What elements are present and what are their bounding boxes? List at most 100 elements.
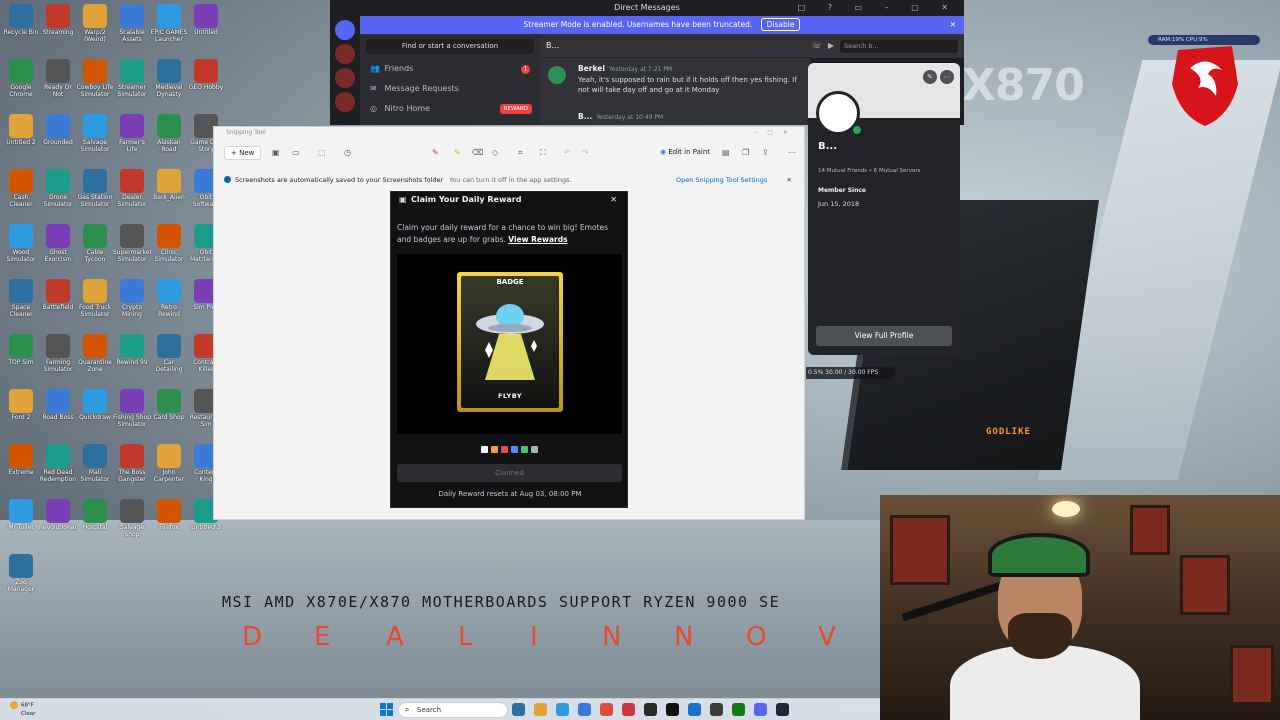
server-icon[interactable] xyxy=(335,92,355,112)
desktop-icon[interactable]: Crypto Mining xyxy=(113,277,151,327)
desktop-icon[interactable]: Red Dead Redemption 2 xyxy=(39,442,77,492)
eraser-icon[interactable]: ⌫ xyxy=(472,148,483,157)
text-actions-icon[interactable]: ⛶ xyxy=(540,148,546,158)
undo-icon[interactable]: ↶ xyxy=(564,148,571,157)
desktop-icon[interactable]: Streaming xyxy=(39,2,77,52)
desktop-icon[interactable]: TOP Sim xyxy=(2,332,40,382)
desktop-icon[interactable]: GEO Hobby xyxy=(187,57,225,107)
snip-shape-icon[interactable]: ⬚ xyxy=(318,148,326,157)
server-icon[interactable] xyxy=(335,68,355,88)
desktop-icon[interactable]: Grounded xyxy=(39,112,77,162)
desktop-icon[interactable]: Gas Station Simulator xyxy=(76,167,114,217)
color-swatch[interactable] xyxy=(501,446,508,453)
desktop-icon[interactable]: John Carpenter xyxy=(150,442,188,492)
desktop-icon[interactable]: Ghost Exorcism xyxy=(39,222,77,272)
desktop-icon[interactable]: Supermarket Simulator xyxy=(113,222,151,272)
desktop-icon[interactable]: Mr Toilet xyxy=(2,497,40,547)
desktop-icon[interactable]: Quickdraw xyxy=(76,387,114,437)
desktop-icon[interactable]: Battlefield xyxy=(39,277,77,327)
highlighter-icon[interactable]: ✎ xyxy=(454,148,461,157)
desktop-icon[interactable]: Car Detailing xyxy=(150,332,188,382)
windows-start-icon[interactable] xyxy=(380,703,393,716)
video-icon[interactable]: ▶ xyxy=(824,34,838,58)
color-swatch[interactable] xyxy=(521,446,528,453)
taskbar-app-icon[interactable] xyxy=(710,703,723,716)
desktop-icon[interactable]: Medieval Dynasty xyxy=(150,57,188,107)
desktop-icon[interactable]: Hospital xyxy=(76,497,114,547)
desktop-icon[interactable]: The Boss Gangster xyxy=(113,442,151,492)
taskbar-app-icon[interactable] xyxy=(644,703,657,716)
desktop-icon[interactable]: Quarantine Zone xyxy=(76,332,114,382)
screenshot-mode-icon[interactable]: ▣ xyxy=(272,148,280,157)
sidebar-item-friends[interactable]: 👥 Friends 1 xyxy=(360,59,540,79)
more-icon[interactable]: ⋯ xyxy=(788,148,796,157)
desktop-icon[interactable]: Streamer Simulator xyxy=(113,57,151,107)
sidebar-item-nitro-home[interactable]: ◎ Nitro Home REWARD xyxy=(360,99,540,119)
taskbar-app-icon[interactable] xyxy=(512,703,525,716)
pen-icon[interactable]: ✎ xyxy=(432,148,439,157)
taskbar-search-input[interactable]: Search xyxy=(398,702,508,718)
desktop-icon[interactable]: Warp/2 (Weird) xyxy=(76,2,114,52)
desktop-icon[interactable]: Cable Tycoon xyxy=(76,222,114,272)
snipping-window-controls[interactable]: –▢✕ xyxy=(754,127,798,139)
desktop-icon[interactable]: Farmer's Life xyxy=(113,112,151,162)
info-close-icon[interactable]: ✕ xyxy=(787,173,792,187)
profile-avatar[interactable] xyxy=(816,91,863,136)
taskbar-app-icon[interactable] xyxy=(600,703,613,716)
desktop-icon[interactable]: Dealer Simulator xyxy=(113,167,151,217)
shapes-icon[interactable]: ◇ xyxy=(492,148,498,157)
redo-icon[interactable]: ↷ xyxy=(582,148,589,157)
desktop-icon[interactable]: Rewind 99 xyxy=(113,332,151,382)
desktop-icon[interactable]: EPIC GAMES Launcher xyxy=(150,2,188,52)
desktop-icon[interactable]: Salvage Shop xyxy=(113,497,151,547)
taskbar-app-icon[interactable] xyxy=(666,703,679,716)
taskbar-app-icon[interactable] xyxy=(732,703,745,716)
desktop-icon[interactable]: Extreme xyxy=(2,442,40,492)
more-icon[interactable]: ⋯ xyxy=(940,70,954,84)
edit-in-paint-button[interactable]: ◉ Edit in Paint xyxy=(660,148,710,156)
desktop-icon[interactable]: Clinic Simulator xyxy=(150,222,188,272)
crop-icon[interactable]: ⌗ xyxy=(518,148,523,158)
reward-close-icon[interactable]: ✕ xyxy=(610,193,617,207)
color-swatch[interactable] xyxy=(491,446,498,453)
desktop-icon[interactable]: Road Boss xyxy=(39,387,77,437)
edit-icon[interactable]: ✎ xyxy=(923,70,937,84)
taskbar-app-icon[interactable] xyxy=(688,703,701,716)
desktop-icon[interactable]: Mall Simulator xyxy=(76,442,114,492)
desktop-icon[interactable]: Alaskan Road Trucker xyxy=(150,112,188,162)
desktop-icon[interactable]: Ready Or Not xyxy=(39,57,77,107)
desktop-icon[interactable]: Untitled xyxy=(187,2,225,52)
taskbar-app-icon[interactable] xyxy=(622,703,635,716)
copy-icon[interactable]: ❐ xyxy=(742,148,749,157)
save-icon[interactable]: ▤ xyxy=(722,148,730,157)
color-swatch[interactable] xyxy=(511,446,518,453)
desktop-icon[interactable]: Drone Simulator xyxy=(39,167,77,217)
server-icon[interactable] xyxy=(335,44,355,64)
banner-close-icon[interactable]: ✕ xyxy=(950,16,956,34)
taskbar-app-icon[interactable] xyxy=(776,703,789,716)
claimed-button[interactable]: Claimed xyxy=(397,464,622,482)
desktop-icon[interactable]: Firefox xyxy=(150,497,188,547)
video-mode-icon[interactable]: ▭ xyxy=(292,148,300,157)
discord-window-controls[interactable]: □ ? ▭ – ▢ ✕ xyxy=(798,0,958,16)
share-icon[interactable]: ⇪ xyxy=(762,148,769,157)
weather-widget[interactable]: 68°F Clear xyxy=(10,701,35,718)
desktop-icon[interactable]: Food Truck Simulator xyxy=(76,277,114,327)
color-swatch[interactable] xyxy=(531,446,538,453)
taskbar-app-icon[interactable] xyxy=(534,703,547,716)
desktop-icon[interactable]: Space Cleaner xyxy=(2,277,40,327)
author-name[interactable]: B... xyxy=(578,112,592,121)
call-icon[interactable]: ☏ xyxy=(810,34,824,58)
desktop-icon[interactable]: Salvage Simulator xyxy=(76,112,114,162)
view-rewards-link[interactable]: View Rewards xyxy=(508,235,567,244)
view-full-profile-button[interactable]: View Full Profile xyxy=(816,326,952,346)
color-swatch[interactable] xyxy=(481,446,488,453)
mutual-info[interactable]: 14 Mutual Friends • 6 Mutual Servers xyxy=(818,168,920,174)
desktop-icon[interactable]: Berk_Alien xyxy=(150,167,188,217)
delay-icon[interactable]: ◷ xyxy=(344,148,351,157)
disable-streamer-button[interactable]: Disable xyxy=(760,18,801,31)
new-snip-button[interactable]: + New xyxy=(224,146,262,160)
desktop-icon[interactable]: Untitled 2 xyxy=(2,112,40,162)
find-conversation-input[interactable]: Find or start a conversation xyxy=(366,39,534,54)
desktop-icon[interactable]: Cowboy Life Simulator xyxy=(76,57,114,107)
